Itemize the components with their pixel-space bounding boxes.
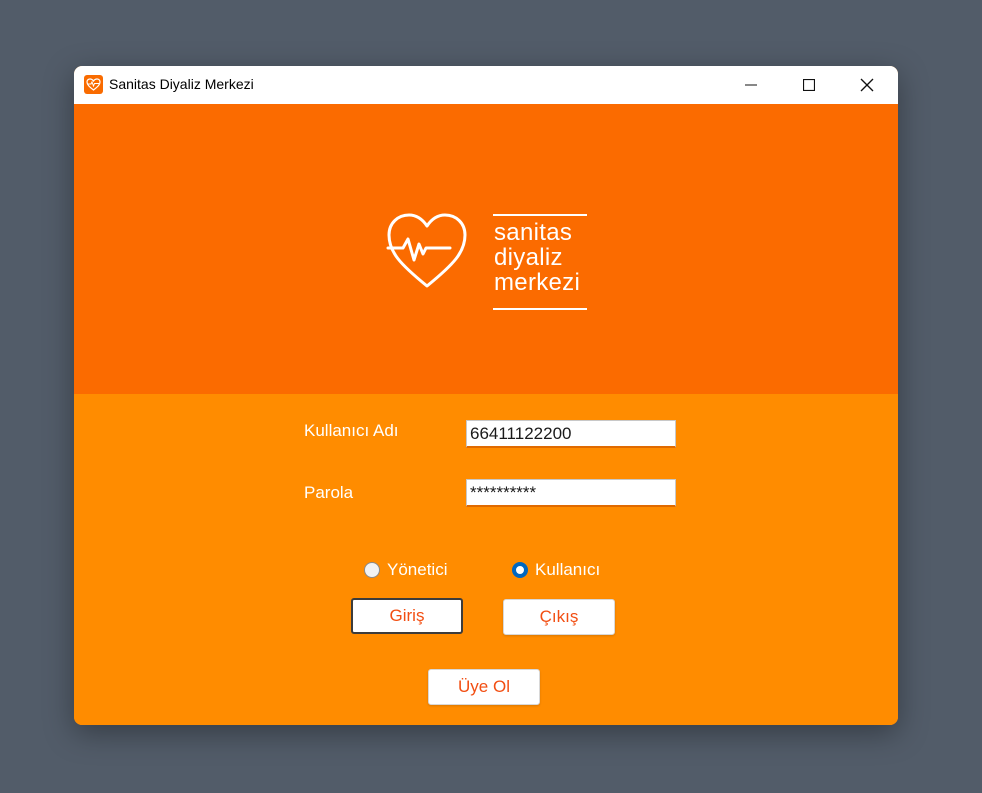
username-field[interactable]: [466, 420, 676, 448]
role-radio-user[interactable]: Kullanıcı: [512, 560, 600, 580]
maximize-button[interactable]: [786, 66, 832, 104]
radio-checked-icon: [512, 562, 528, 578]
logo-line-3: merkezi: [494, 269, 581, 296]
title-bar[interactable]: Sanitas Diyaliz Merkezi: [74, 66, 898, 104]
login-window: Sanitas Diyaliz Merkezi sanitas diyaliz …: [74, 66, 898, 725]
close-button[interactable]: [844, 66, 890, 104]
login-button[interactable]: Giriş: [351, 598, 463, 634]
logo-bottom-rule: [493, 308, 587, 310]
role-radio-user-label: Kullanıcı: [535, 560, 601, 579]
role-radio-admin-label: Yönetici: [387, 560, 448, 579]
password-label: Parola: [304, 483, 354, 502]
maximize-icon: [803, 79, 815, 91]
minimize-icon: [745, 84, 757, 86]
password-field[interactable]: [466, 479, 676, 507]
login-form: Kullanıcı Adı Parola Yönetici Kullanıcı …: [74, 394, 898, 725]
radio-unchecked-icon: [364, 562, 380, 578]
minimize-button[interactable]: [728, 66, 774, 104]
close-icon: [860, 78, 874, 92]
window-title: Sanitas Diyaliz Merkezi: [109, 76, 254, 92]
logo-top-rule: [493, 214, 587, 216]
register-button[interactable]: Üye Ol: [428, 669, 540, 705]
role-radio-admin[interactable]: Yönetici: [364, 560, 447, 580]
exit-button[interactable]: Çıkış: [503, 599, 615, 635]
logo-line-2: diyaliz: [494, 244, 563, 271]
logo-line-1: sanitas: [494, 219, 573, 246]
logo-banner: sanitas diyaliz merkezi: [74, 104, 898, 394]
username-label: Kullanıcı Adı: [304, 421, 399, 440]
heart-pulse-icon: [386, 213, 467, 288]
heart-pulse-icon: [84, 75, 103, 94]
